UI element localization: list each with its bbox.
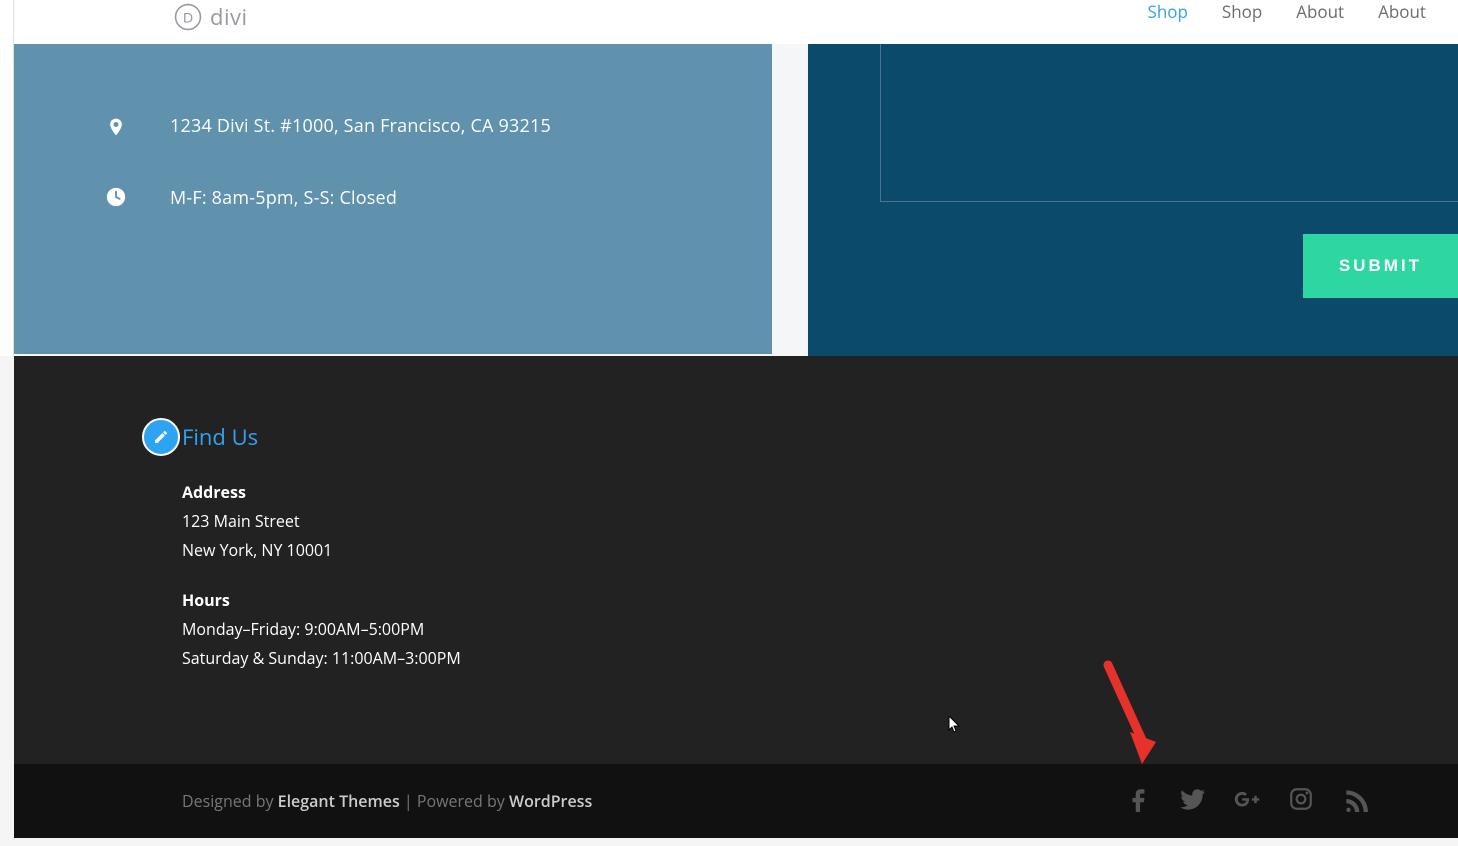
- googleplus-icon[interactable]: [1234, 786, 1260, 817]
- message-textarea[interactable]: [880, 44, 1458, 202]
- nav-item-about-2[interactable]: About: [1378, 0, 1426, 23]
- twitter-icon[interactable]: [1180, 786, 1206, 817]
- nav-item-shop-1[interactable]: Shop: [1148, 0, 1188, 23]
- widget-heading-row: Find Us: [142, 418, 1418, 456]
- address-text: 1234 Divi St. #1000, San Francisco, CA 9…: [170, 114, 551, 138]
- logo-text: divi: [210, 2, 248, 32]
- wordpress-link[interactable]: WordPress: [509, 790, 592, 812]
- widget-body: Address 123 Main Street New York, NY 100…: [182, 478, 482, 673]
- contact-card: 1234 Divi St. #1000, San Francisco, CA 9…: [14, 44, 772, 354]
- hours-text: M-F: 8am-5pm, S-S: Closed: [170, 186, 397, 210]
- contact-section: 1234 Divi St. #1000, San Francisco, CA 9…: [14, 44, 1458, 356]
- submit-button[interactable]: SUBMIT: [1303, 234, 1458, 298]
- hours-row: M-F: 8am-5pm, S-S: Closed: [104, 186, 682, 210]
- facebook-icon[interactable]: [1126, 786, 1152, 817]
- admin-bar-strip: [0, 0, 14, 356]
- hours-block: Hours Monday–Friday: 9:00AM–5:00PM Satur…: [182, 586, 482, 672]
- powered-prefix: Powered by: [417, 790, 509, 812]
- clock-icon: [104, 186, 128, 208]
- address-line2: New York, NY 10001: [182, 539, 332, 561]
- pencil-icon: [153, 429, 169, 445]
- separator: |: [400, 790, 417, 812]
- contact-info-column: 1234 Divi St. #1000, San Francisco, CA 9…: [14, 44, 808, 356]
- designed-prefix: Designed by: [182, 790, 278, 812]
- address-label: Address: [182, 481, 246, 503]
- divi-logo-icon: D: [174, 3, 202, 31]
- edit-widget-button[interactable]: [142, 418, 180, 456]
- hours-line1: Monday–Friday: 9:00AM–5:00PM: [182, 618, 424, 640]
- instagram-icon[interactable]: [1288, 786, 1314, 817]
- site-header: D divi Shop Shop About About: [14, 0, 1458, 44]
- hours-label: Hours: [182, 589, 230, 611]
- widget-title: Find Us: [182, 422, 258, 452]
- footer-widgets: Find Us Address 123 Main Street New York…: [14, 356, 1458, 764]
- address-row: 1234 Divi St. #1000, San Francisco, CA 9…: [104, 114, 682, 140]
- pin-icon: [104, 114, 128, 140]
- elegant-themes-link[interactable]: Elegant Themes: [278, 790, 400, 812]
- logo[interactable]: D divi: [174, 0, 248, 32]
- address-block: Address 123 Main Street New York, NY 100…: [182, 478, 482, 564]
- svg-text:D: D: [183, 9, 193, 25]
- social-icons: [1126, 786, 1368, 817]
- hours-line2: Saturday & Sunday: 11:00AM–3:00PM: [182, 647, 461, 669]
- nav-item-about-1[interactable]: About: [1296, 0, 1344, 23]
- bottom-bar: Designed by Elegant Themes | Powered by …: [14, 764, 1458, 838]
- address-line1: 123 Main Street: [182, 510, 300, 532]
- primary-nav: Shop Shop About About: [1148, 0, 1427, 23]
- rss-icon[interactable]: [1342, 786, 1368, 817]
- nav-item-shop-2[interactable]: Shop: [1222, 0, 1262, 23]
- footer-credits: Designed by Elegant Themes | Powered by …: [182, 790, 592, 812]
- contact-form-column: SUBMIT: [808, 44, 1458, 356]
